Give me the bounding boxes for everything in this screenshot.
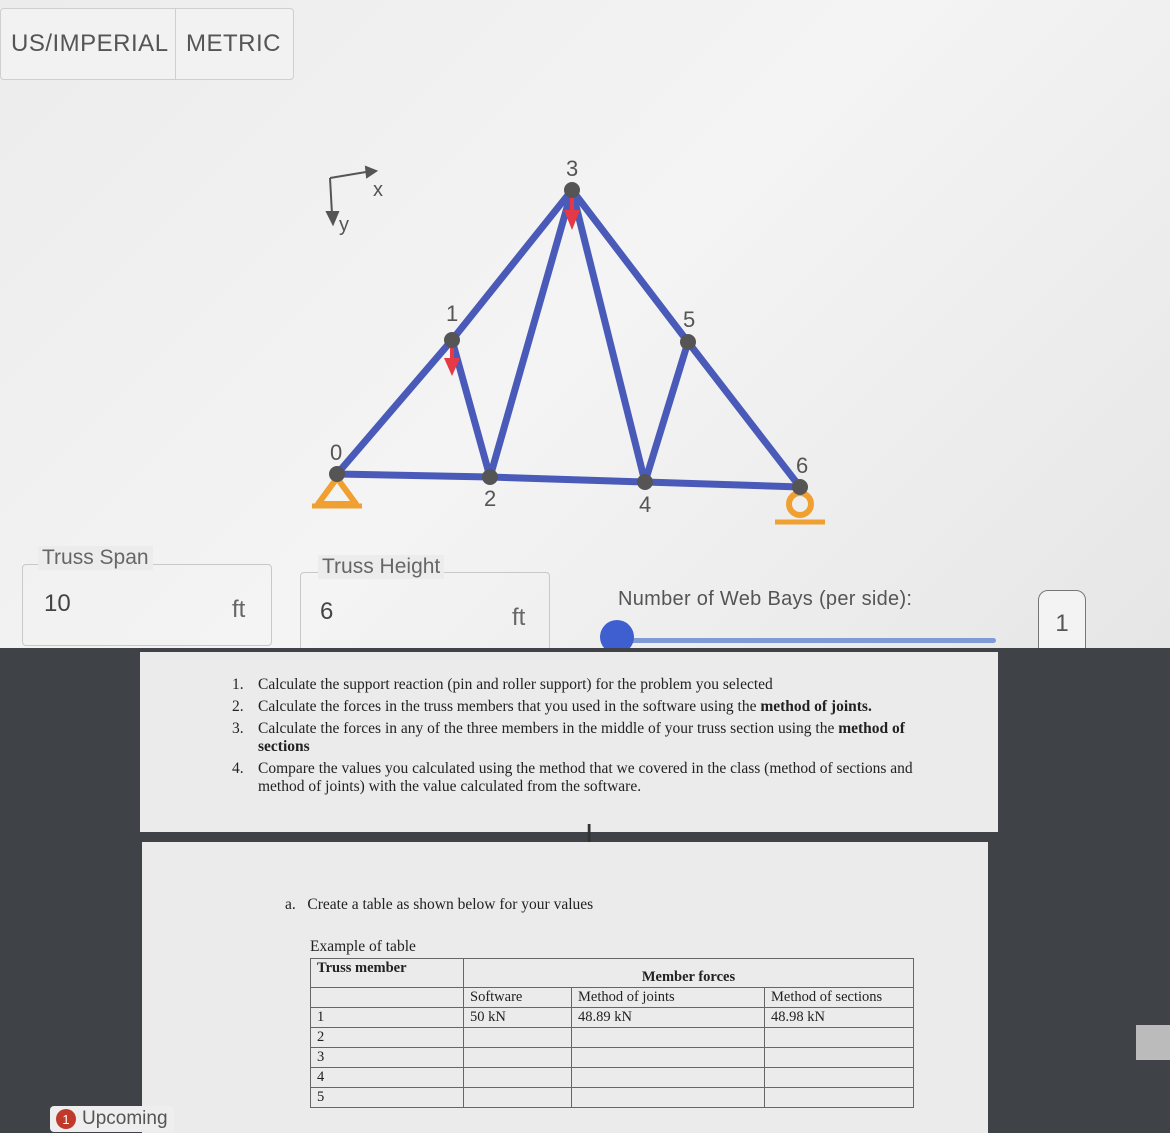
truss-span-input[interactable]: 10 (44, 590, 71, 618)
member-0-1[interactable] (333, 336, 456, 478)
header-member-forces: Member forces (463, 958, 914, 988)
truss-diagram: x y 0 1 2 3 4 5 6 (312, 156, 825, 525)
truss-height-unit: ft (512, 604, 526, 631)
member-4-6[interactable] (641, 478, 804, 491)
member-4-5[interactable] (641, 338, 692, 486)
pin-support-icon (312, 475, 362, 509)
assignment-step: 4. Compare the values you calculated usin… (232, 760, 913, 795)
member-2-3[interactable] (486, 186, 576, 481)
joint-1[interactable] (444, 332, 460, 348)
joint-2[interactable] (482, 469, 498, 485)
upcoming-label: Upcoming (82, 1108, 168, 1129)
header-software: Software (463, 987, 572, 1008)
upcoming-button[interactable]: 1 Upcoming (50, 1106, 174, 1132)
joint-4[interactable] (637, 474, 653, 490)
scrollbar-thumb[interactable] (1136, 1025, 1170, 1060)
joint-label-1: 1 (446, 301, 458, 326)
joint-label-5: 5 (683, 307, 695, 332)
joint-label-0: 0 (330, 440, 342, 465)
joint-label-3: 3 (566, 156, 578, 181)
assignment-steps: 1. Calculate the support reaction (pin an… (232, 676, 932, 800)
header-truss-member: Truss member (310, 958, 464, 988)
notification-badge: 1 (56, 1109, 76, 1129)
assignment-step: 2. Calculate the forces in the truss memb… (232, 698, 872, 715)
joint-0[interactable] (329, 466, 345, 482)
web-bays-label: Number of Web Bays (per side): (618, 588, 913, 610)
table-row: 1 50 kN 48.89 kN 48.98 kN (310, 1007, 914, 1028)
member-forces-table: Truss member Member forces Software Meth… (310, 958, 914, 1108)
joint-label-4: 4 (639, 492, 651, 517)
table-row: 2 (310, 1027, 914, 1048)
assignment-step: 1. Calculate the support reaction (pin an… (232, 676, 773, 693)
y-axis-label: y (339, 214, 349, 236)
truss-span-unit: ft (232, 596, 246, 623)
truss-height-input[interactable]: 6 (320, 598, 333, 626)
truss-members (333, 186, 804, 491)
joint-5[interactable] (680, 334, 696, 350)
example-table-label: Example of table (310, 938, 416, 955)
joint-6[interactable] (792, 479, 808, 495)
assignment-step: 3. Calculate the forces in any of the thr… (232, 720, 905, 755)
axis-indicator-icon (325, 165, 379, 227)
table-row: 3 (310, 1047, 914, 1068)
header-method-of-sections: Method of sections (764, 987, 914, 1008)
table-row: 5 (310, 1087, 914, 1108)
roller-support-icon (775, 490, 825, 525)
member-2-4[interactable] (486, 473, 649, 486)
joint-label-6: 6 (796, 453, 808, 478)
member-5-6[interactable] (684, 338, 804, 491)
truss-height-label: Truss Height (318, 555, 445, 579)
joint-3[interactable] (564, 182, 580, 198)
web-bays-slider-track[interactable] (618, 638, 996, 643)
joint-label-2: 2 (484, 486, 496, 511)
header-method-of-joints: Method of joints (571, 987, 765, 1008)
truss-joints (329, 182, 808, 495)
truss-span-label: Truss Span (38, 546, 153, 570)
x-axis-label: x (373, 179, 383, 201)
create-table-instruction: a. Create a table as shown below for you… (285, 896, 594, 913)
member-0-2[interactable] (333, 470, 494, 481)
table-row: 4 (310, 1067, 914, 1088)
